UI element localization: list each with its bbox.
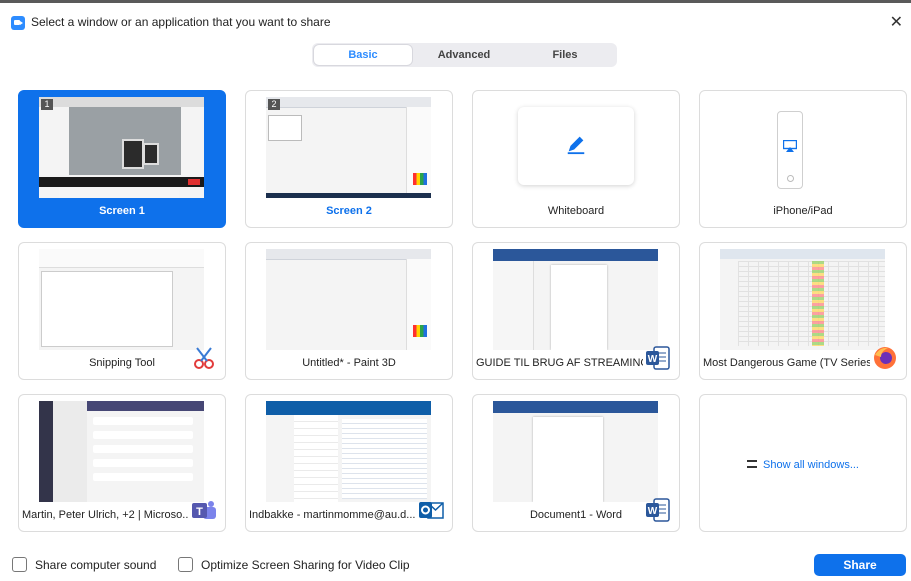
share-tile-word-guide[interactable]: GUIDE TIL BRUG AF STREAMING ... W bbox=[472, 242, 680, 380]
share-tile-screen-1[interactable]: 1 Screen 1 bbox=[18, 90, 226, 228]
word-document1-thumbnail bbox=[493, 401, 658, 502]
tile-label: GUIDE TIL BRUG AF STREAMING ... bbox=[476, 357, 643, 369]
share-tile-word-document1[interactable]: Document1 - Word W bbox=[472, 394, 680, 532]
svg-text:W: W bbox=[648, 506, 658, 517]
tile-label: Screen 2 bbox=[326, 205, 372, 217]
word-guide-thumbnail bbox=[493, 249, 658, 350]
close-icon[interactable]: ✕ bbox=[890, 12, 903, 32]
list-icon bbox=[747, 460, 757, 468]
tab-basic[interactable]: Basic bbox=[314, 45, 412, 65]
outlook-thumbnail bbox=[266, 401, 431, 502]
share-sound-label: Share computer sound bbox=[35, 557, 157, 572]
whiteboard-card bbox=[518, 107, 634, 185]
screen-number-badge: 2 bbox=[268, 99, 280, 110]
share-tile-outlook[interactable]: Indbakke - martinmomme@au.d... bbox=[245, 394, 453, 532]
share-tile-screen-2[interactable]: 2 Screen 2 bbox=[245, 90, 453, 228]
phone-outline bbox=[777, 111, 803, 189]
svg-text:T: T bbox=[196, 506, 203, 518]
dialog-title: Select a window or an application that y… bbox=[31, 15, 331, 29]
tile-label: Indbakke - martinmomme@au.d... bbox=[249, 509, 416, 521]
tile-label: Most Dangerous Game (TV Series... bbox=[703, 357, 870, 369]
share-tile-teams[interactable]: Martin, Peter Ulrich, +2 | Microso... T bbox=[18, 394, 226, 532]
teams-thumbnail bbox=[39, 401, 204, 502]
show-all-label: Show all windows... bbox=[763, 459, 859, 471]
dialog-footer: Share computer sound Optimize Screen Sha… bbox=[0, 552, 911, 578]
home-button bbox=[787, 175, 794, 182]
tile-label: iPhone/iPad bbox=[773, 205, 833, 217]
optimize-video-option[interactable]: Optimize Screen Sharing for Video Clip bbox=[178, 557, 410, 572]
tab-files[interactable]: Files bbox=[516, 45, 614, 65]
airplay-icon bbox=[783, 140, 797, 152]
firefox-icon bbox=[874, 347, 896, 369]
screen-2-thumbnail: 2 bbox=[266, 97, 431, 198]
tile-label: Untitled* - Paint 3D bbox=[302, 357, 396, 369]
tab-advanced[interactable]: Advanced bbox=[415, 45, 513, 65]
svg-text:W: W bbox=[648, 354, 658, 365]
title-bar: Select a window or an application that y… bbox=[0, 10, 911, 36]
tile-label: Screen 1 bbox=[99, 205, 145, 217]
firefox-thumbnail bbox=[720, 249, 885, 350]
share-tile-show-all-windows[interactable]: Show all windows... bbox=[699, 394, 907, 532]
share-tile-firefox[interactable]: Most Dangerous Game (TV Series... bbox=[699, 242, 907, 380]
word-icon: W bbox=[646, 498, 670, 522]
snipping-tool-icon bbox=[194, 347, 214, 369]
share-tile-whiteboard[interactable]: Whiteboard bbox=[472, 90, 680, 228]
share-tabs: Basic Advanced Files bbox=[312, 43, 617, 67]
zoom-camera-icon bbox=[11, 16, 25, 30]
share-tile-paint-3d[interactable]: Untitled* - Paint 3D bbox=[245, 242, 453, 380]
screen-number-badge: 1 bbox=[41, 99, 53, 110]
window-top-border bbox=[0, 0, 911, 3]
optimize-video-label: Optimize Screen Sharing for Video Clip bbox=[201, 557, 410, 572]
word-icon: W bbox=[646, 346, 670, 370]
tile-label: Whiteboard bbox=[547, 205, 605, 217]
share-tile-iphone-ipad[interactable]: iPhone/iPad bbox=[699, 90, 907, 228]
share-sound-option[interactable]: Share computer sound bbox=[12, 557, 156, 572]
screen-1-thumbnail: 1 bbox=[39, 97, 204, 198]
snipping-tool-thumbnail bbox=[39, 249, 204, 350]
outlook-icon bbox=[419, 502, 444, 519]
teams-icon: T bbox=[192, 501, 216, 519]
show-all-windows-link[interactable]: Show all windows... bbox=[700, 459, 906, 471]
share-button[interactable]: Share bbox=[814, 554, 906, 576]
optimize-video-checkbox[interactable] bbox=[178, 557, 193, 572]
share-sound-checkbox[interactable] bbox=[12, 557, 27, 572]
share-tile-snipping-tool[interactable]: Snipping Tool bbox=[18, 242, 226, 380]
paint-3d-thumbnail bbox=[266, 249, 431, 350]
tile-label: Martin, Peter Ulrich, +2 | Microso... bbox=[22, 509, 189, 521]
pen-icon bbox=[567, 136, 585, 155]
